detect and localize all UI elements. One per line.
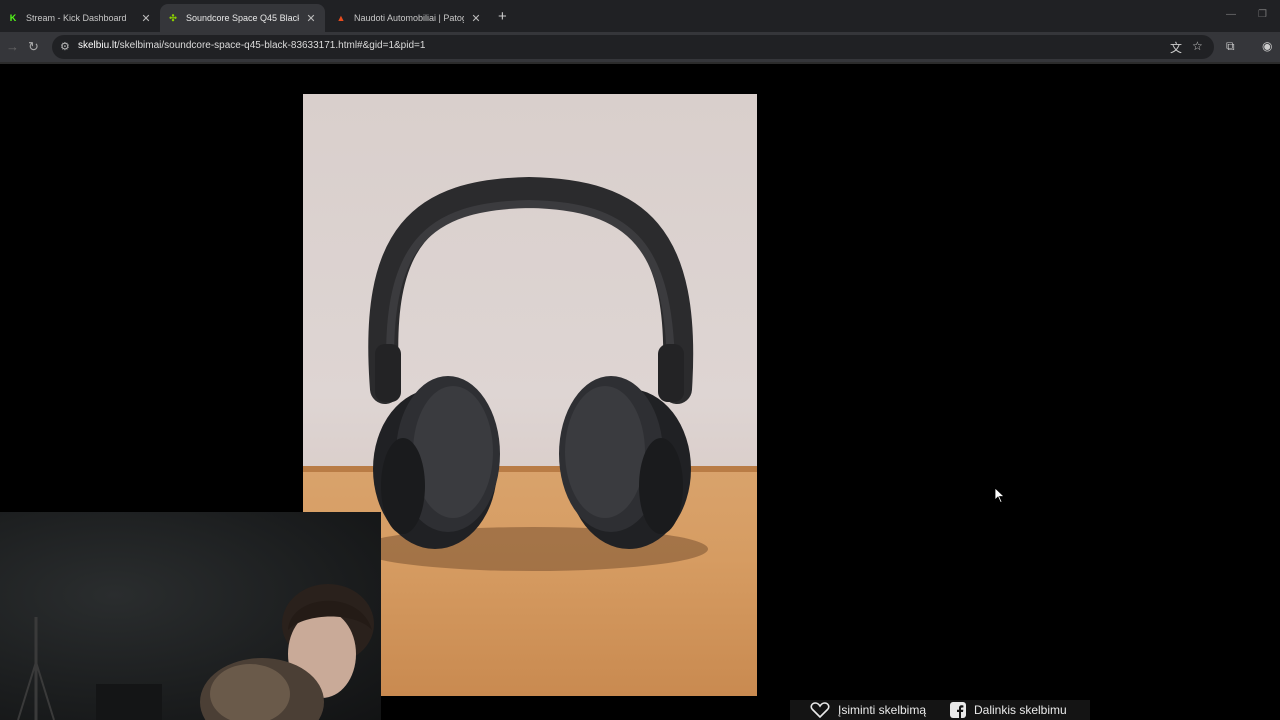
toolbar-divider: [0, 62, 1280, 64]
profile-icon[interactable]: ◉: [1262, 39, 1272, 53]
site-settings-icon[interactable]: ⚙: [60, 40, 70, 53]
tab-soundcore-listing[interactable]: ✣ Soundcore Space Q45 Black - S ✕: [160, 4, 325, 32]
listing-actions-bar: Įsiminti skelbimą Dalinkis skelbimu: [790, 700, 1090, 720]
browser-toolbar: → ↻ ⚙ skelbiu.lt/skelbimai/soundcore-spa…: [0, 32, 1280, 62]
close-tab-icon[interactable]: ✕: [140, 12, 152, 25]
tab-naudoti-automobiliai[interactable]: ▲ Naudoti Automobiliai | Patogu ✕: [328, 4, 490, 32]
forward-icon[interactable]: →: [6, 39, 19, 54]
heart-icon: [810, 702, 830, 718]
close-tab-icon[interactable]: ✕: [305, 12, 317, 25]
skelbiu-icon: ✣: [169, 12, 177, 23]
url-text[interactable]: skelbiu.lt/skelbimai/soundcore-space-q45…: [78, 40, 425, 51]
reload-icon[interactable]: ↻: [28, 39, 39, 55]
browser-tab-bar: K Stream - Kick Dashboard ✕ ✣ Soundcore …: [0, 0, 1280, 32]
extensions-icon[interactable]: ⧉: [1226, 39, 1235, 54]
maximize-icon[interactable]: ❐: [1258, 9, 1267, 20]
close-tab-icon[interactable]: ✕: [470, 12, 482, 25]
tab-kick-dashboard[interactable]: K Stream - Kick Dashboard ✕: [0, 4, 160, 32]
share-listing-button[interactable]: Dalinkis skelbimu: [950, 702, 1067, 718]
facebook-icon: [950, 702, 966, 718]
webcam-image: [17, 584, 374, 720]
minimize-icon[interactable]: —: [1226, 9, 1236, 20]
kick-icon: K: [9, 13, 17, 23]
save-listing-button[interactable]: Įsiminti skelbimą: [810, 702, 926, 718]
translate-icon[interactable]: 文: [1170, 39, 1182, 56]
autoplius-icon: ▲: [336, 13, 346, 23]
address-bar[interactable]: ⚙ skelbiu.lt/skelbimai/soundcore-space-q…: [52, 35, 1214, 59]
bookmark-star-icon[interactable]: ☆: [1192, 39, 1203, 53]
webcam-overlay: [0, 512, 381, 720]
new-tab-icon[interactable]: +: [498, 8, 507, 25]
mouse-cursor-icon: [994, 487, 1006, 508]
